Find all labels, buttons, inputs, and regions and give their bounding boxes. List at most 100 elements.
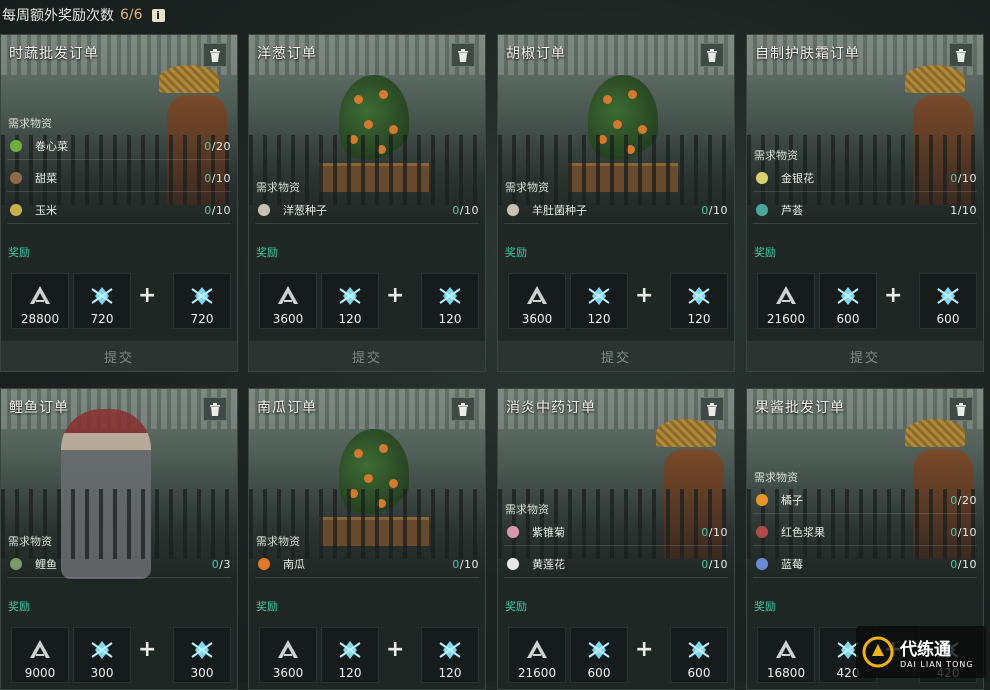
order-card: 洋葱订单 需求物资 洋葱种子 0/10 奖励 3600 120 120 + 提交	[248, 34, 486, 372]
reward-label: 奖励	[754, 600, 776, 613]
crystal-icon	[422, 638, 478, 662]
reward-slot[interactable]: 21600	[508, 627, 566, 683]
pumpkin-icon	[255, 555, 273, 573]
reward-amount: 21600	[517, 666, 557, 680]
straw-hat	[159, 65, 219, 93]
delete-order-button[interactable]	[700, 397, 724, 421]
submit-button[interactable]: 提交	[249, 341, 485, 371]
echinacea-icon	[504, 523, 522, 541]
reward-amount: 3600	[521, 312, 553, 326]
submit-button[interactable]: 提交	[747, 341, 983, 371]
reward-slot[interactable]: 600	[919, 273, 977, 329]
required-item: 羊肚菌种子 0/10	[504, 197, 728, 224]
reward-slot[interactable]: 3600	[508, 273, 566, 329]
reward-slot[interactable]: 720	[73, 273, 131, 329]
watermark-subtext: DAI LIAN TONG	[900, 660, 974, 669]
reward-slot[interactable]: 120	[670, 273, 728, 329]
seed-bag-icon	[255, 201, 273, 219]
watermark-logo: 代练通 DAI LIAN TONG	[856, 626, 986, 678]
trash-icon	[210, 48, 220, 62]
crystal-icon	[322, 284, 378, 308]
weekly-bonus-bar: 每周额外奖励次数 6/6 i	[0, 0, 165, 30]
crystal-icon	[920, 284, 976, 308]
item-name: 芦荟	[781, 204, 803, 217]
crystal-icon	[820, 284, 876, 308]
reward-slot[interactable]: 16800	[757, 627, 815, 683]
delete-order-button[interactable]	[451, 397, 475, 421]
item-total: /20	[957, 493, 977, 507]
submit-button[interactable]: 提交	[498, 341, 734, 371]
item-total: /10	[211, 203, 231, 217]
plus-sign: +	[386, 283, 405, 308]
item-progress: 0/10	[452, 204, 479, 217]
plus-sign: +	[138, 283, 157, 308]
reward-slot[interactable]: 3600	[259, 273, 317, 329]
required-item: 蓝莓 0/10	[753, 551, 977, 578]
delete-order-button[interactable]	[203, 397, 227, 421]
required-item: 金银花 0/10	[753, 165, 977, 192]
reward-label: 奖励	[8, 600, 30, 613]
required-item: 橘子 0/20	[753, 487, 977, 514]
reward-amount: 720	[190, 312, 214, 326]
delete-order-button[interactable]	[949, 397, 973, 421]
reward-slot[interactable]: 600	[670, 627, 728, 683]
reward-slot[interactable]: 600	[570, 627, 628, 683]
order-title: 南瓜订单	[257, 400, 317, 416]
delete-order-button[interactable]	[700, 43, 724, 67]
reward-slot[interactable]: 120	[421, 627, 479, 683]
reward-slot[interactable]: 21600	[757, 273, 815, 329]
reward-amount: 720	[90, 312, 114, 326]
reward-slot[interactable]: 300	[73, 627, 131, 683]
crystal-icon	[671, 638, 727, 662]
delete-order-button[interactable]	[451, 43, 475, 67]
reward-slot[interactable]: 120	[421, 273, 479, 329]
item-progress: 0/20	[950, 494, 977, 507]
item-name: 洋葱种子	[283, 204, 327, 217]
trash-icon	[210, 402, 220, 416]
orange-icon	[753, 491, 771, 509]
item-total: /3	[219, 557, 231, 571]
reward-slot[interactable]: 300	[173, 627, 231, 683]
reward-slot[interactable]: 600	[819, 273, 877, 329]
trash-icon	[458, 48, 468, 62]
item-name: 蓝莓	[781, 558, 803, 571]
reward-amount: 600	[687, 666, 711, 680]
reward-amount: 600	[587, 666, 611, 680]
reward-label: 奖励	[754, 246, 776, 259]
required-materials-label: 需求物资	[256, 181, 300, 194]
reward-slot[interactable]: 3600	[259, 627, 317, 683]
required-item: 卷心菜 0/20	[7, 133, 231, 160]
submit-button[interactable]: 提交	[1, 341, 237, 371]
item-name: 红色浆果	[781, 526, 825, 539]
order-card: 南瓜订单 需求物资 南瓜 0/10 奖励 3600 120 120 +	[248, 388, 486, 690]
reward-slot[interactable]: 28800	[11, 273, 69, 329]
aloe-icon	[753, 201, 771, 219]
reward-slot[interactable]: 120	[321, 627, 379, 683]
delete-order-button[interactable]	[949, 43, 973, 67]
reward-slot[interactable]: 720	[173, 273, 231, 329]
required-materials-label: 需求物资	[256, 535, 300, 548]
order-title: 洋葱订单	[257, 46, 317, 62]
straw-hat	[905, 65, 965, 93]
watermark-text: 代练通	[900, 640, 951, 660]
reward-slot[interactable]: 9000	[11, 627, 69, 683]
crystal-icon	[671, 284, 727, 308]
item-name: 羊肚菌种子	[532, 204, 587, 217]
reward-amount: 300	[190, 666, 214, 680]
plus-sign: +	[884, 283, 903, 308]
plus-sign: +	[386, 637, 405, 662]
info-icon[interactable]: i	[151, 8, 165, 22]
delete-order-button[interactable]	[203, 43, 227, 67]
item-current: 1	[950, 203, 958, 217]
reward-amount: 300	[90, 666, 114, 680]
item-name: 南瓜	[283, 558, 305, 571]
reward-slot[interactable]: 120	[321, 273, 379, 329]
item-current: 0	[452, 203, 460, 217]
plus-sign: +	[138, 637, 157, 662]
trash-icon	[956, 402, 966, 416]
reward-amount: 9000	[24, 666, 56, 680]
order-title: 自制护肤霜订单	[755, 46, 860, 62]
order-title: 果酱批发订单	[755, 400, 845, 416]
reward-slot[interactable]: 120	[570, 273, 628, 329]
required-materials-label: 需求物资	[505, 503, 549, 516]
